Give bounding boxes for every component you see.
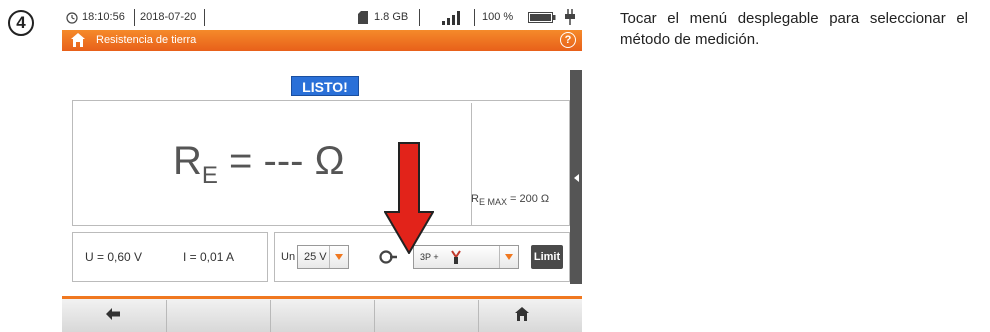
bottom-toolbar [62,296,582,332]
un-label: Un [281,251,296,263]
result-symbol: R [173,139,202,183]
signal-strength-icon [442,11,460,25]
divider [166,300,167,332]
clock-icon [66,12,78,24]
battery-icon [528,12,556,23]
home-icon[interactable] [514,306,530,322]
dropdown-arrow-icon [499,246,518,268]
divider [478,300,479,332]
current-reading: I = 0,01 A [183,250,235,264]
divider [134,9,135,26]
power-plug-icon [565,9,575,25]
red-pointer-arrow [384,142,434,254]
measurement-panel: U = 0,60 V I = 0,01 A [72,232,268,282]
remax-value: = 200 Ω [510,193,550,205]
title-bar: Resistencia de tierra ? [62,30,582,51]
status-date: 2018-07-20 [140,11,197,23]
max-resistance-label: RE MAX = 200 Ω [471,193,549,207]
memory-card-icon [358,11,368,24]
storage-label: 1.8 GB [374,11,409,23]
toolbar-accent-line [62,296,582,299]
voltage-dropdown[interactable]: 25 V [297,245,349,269]
remax-subscript: E MAX [478,197,507,208]
help-icon[interactable]: ? [560,32,576,48]
remax-symbol: R [471,193,479,205]
divider [474,9,475,26]
status-time: 18:10:56 [82,11,125,23]
voltage-reading: U = 0,60 V [85,250,143,264]
clamp-probe-icon [451,250,461,264]
device-screen: 18:10:56 2018-07-20 1.8 GB 100 % Resiste… [62,6,582,332]
battery-percent: 100 % [482,11,514,23]
limit-button[interactable]: Limit [531,245,563,269]
divider [419,9,420,26]
home-icon[interactable] [70,32,86,48]
divider [204,9,205,26]
dropdown-arrow-icon [329,246,348,268]
instruction-text: Tocar el menú desplegable para seleccion… [620,10,968,48]
voltage-dropdown-value: 25 V [304,251,327,263]
ready-status-badge: LISTO! [291,76,359,96]
expand-left-icon [574,174,579,182]
status-bar: 18:10:56 2018-07-20 1.8 GB 100 % [62,6,582,30]
result-panel: RE = --- Ω RE MAX = 200 Ω [72,100,570,226]
resistance-result: RE = --- Ω [173,139,344,190]
result-subscript: E [201,162,218,189]
back-arrow-icon[interactable] [106,308,120,320]
divider [374,300,375,332]
screen-title: Resistencia de tierra [96,34,197,46]
divider [270,300,271,332]
step-number-badge: 4 [8,10,34,36]
result-value: = --- Ω [229,139,345,183]
